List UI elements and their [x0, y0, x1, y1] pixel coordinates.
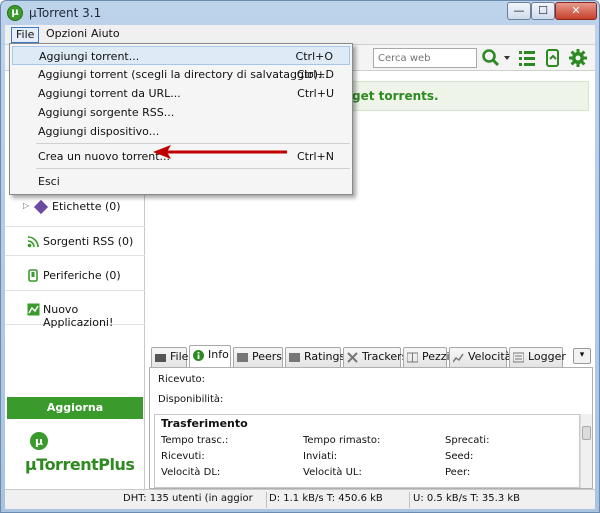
menu-item-add-torrent[interactable]: Aggiungi torrent... Ctrl+O — [12, 46, 350, 65]
info-scrollbar[interactable] — [580, 414, 592, 488]
info-pane: Ricevuto: Disponibilità: Trasferimento T… — [149, 367, 593, 489]
menu-bar: File Opzioni Aiuto — [5, 25, 595, 45]
tab-trackers[interactable]: Trackers — [343, 347, 407, 367]
seeds-label: Seed: — [445, 451, 474, 462]
folder-icon — [155, 354, 166, 362]
utorrent-plus-logo: µTorrentPlus — [25, 455, 135, 474]
peers-icon — [237, 353, 248, 362]
tab-pieces[interactable]: Pezzi — [403, 347, 450, 367]
upload-status[interactable]: U: 0.5 kB/s T: 35.3 kB — [413, 493, 563, 504]
menu-item-add-device[interactable]: Aggiungi dispositivo... — [12, 122, 350, 141]
upgrade-button[interactable]: Aggiorna — [7, 397, 143, 419]
pieces-icon — [407, 352, 418, 363]
status-separator — [266, 492, 267, 508]
menu-item-add-torrent-choose-dir[interactable]: Aggiungi torrent (scegli la directory di… — [12, 65, 350, 84]
ratings-icon — [289, 353, 300, 362]
downloaded-label: Ricevuti: — [161, 451, 205, 462]
tab-info[interactable]: Info — [189, 345, 231, 367]
apps-icon — [27, 303, 40, 316]
sidebar-item-devices[interactable]: Periferiche (0) — [5, 261, 145, 291]
gear-icon[interactable] — [568, 48, 588, 68]
tab-speed[interactable]: Velocità — [449, 347, 511, 367]
trackers-icon — [347, 352, 358, 363]
promo-banner[interactable]: get torrents. — [343, 81, 589, 111]
sidebar-item-label: Nuovo Applicazioni! — [43, 303, 114, 329]
sidebar-item-label: Periferiche (0) — [43, 269, 121, 282]
speed-graph-icon — [453, 353, 464, 363]
app-window: µ µTorrent 3.1 — ☐ ✕ File Opzioni Aiuto — [0, 0, 600, 513]
peers-label: Peer: — [445, 467, 471, 478]
utorrent-logo-icon: µ — [7, 5, 23, 21]
rss-icon — [27, 236, 39, 248]
sidebar-item-label: Sorgenti RSS (0) — [43, 235, 134, 248]
title-bar[interactable]: µ µTorrent 3.1 — ☐ ✕ — [1, 1, 599, 25]
tab-file[interactable]: File — [151, 347, 188, 367]
annotation-arrow-icon — [153, 145, 287, 159]
transfer-section: Trasferimento Tempo trasc.: Tempo rimast… — [154, 414, 580, 488]
minimize-button[interactable]: — — [507, 2, 531, 20]
dl-speed-label: Velocità DL: — [161, 467, 221, 478]
device-icon — [28, 269, 38, 282]
status-separator — [409, 492, 410, 508]
collapse-panel-button[interactable]: ▾ — [573, 348, 591, 364]
remaining-label: Tempo rimasto: — [303, 435, 381, 446]
tag-icon — [33, 199, 49, 215]
menu-item-add-rss[interactable]: Aggiungi sorgente RSS... — [12, 103, 350, 122]
file-menu-dropdown: Aggiungi torrent... Ctrl+O Aggiungi torre… — [9, 43, 353, 195]
menu-file[interactable]: File — [11, 27, 40, 43]
transfer-title: Trasferimento — [161, 417, 248, 430]
menu-options[interactable]: Opzioni — [42, 27, 91, 43]
tab-ratings[interactable]: Ratings — [285, 347, 345, 367]
maximize-button[interactable]: ☐ — [531, 2, 555, 20]
menu-separator — [36, 168, 350, 169]
info-icon — [193, 350, 204, 361]
tab-logger[interactable]: Logger — [509, 347, 566, 367]
menu-help[interactable]: Aiuto — [87, 27, 124, 43]
remote-phone-icon[interactable] — [543, 48, 563, 68]
uploaded-label: Inviati: — [303, 451, 338, 462]
scrollbar-thumb[interactable] — [582, 426, 591, 440]
detail-tabs: File Info Peers Ratings Trackers Pezzi V… — [149, 345, 593, 367]
sidebar-item-rss[interactable]: Sorgenti RSS (0) — [5, 226, 145, 256]
menu-item-exit[interactable]: Esci — [12, 172, 350, 191]
promo-text: get torrents. — [352, 89, 439, 103]
search-icon[interactable] — [481, 48, 501, 68]
tab-peers[interactable]: Peers — [233, 347, 283, 367]
menu-item-add-torrent-url[interactable]: Aggiungi torrent da URL... Ctrl+U — [12, 84, 350, 103]
download-status[interactable]: D: 1.1 kB/s T: 450.6 kB — [269, 493, 409, 504]
status-bar: DHT: 135 utenti (in aggior D: 1.1 kB/s T… — [5, 489, 595, 509]
list-view-icon[interactable] — [517, 48, 537, 68]
sidebar-item-apps[interactable]: Nuovo Applicazioni! — [5, 295, 145, 329]
search-input[interactable] — [373, 48, 477, 68]
svg-text:µ: µ — [35, 435, 43, 448]
ul-speed-label: Velocità UL: — [303, 467, 362, 478]
expand-arrow-icon[interactable]: ▷ — [23, 201, 29, 210]
wasted-label: Sprecati: — [445, 435, 490, 446]
elapsed-label: Tempo trasc.: — [161, 435, 229, 446]
chevron-down-icon[interactable] — [502, 48, 512, 68]
dht-status[interactable]: DHT: 135 utenti (in aggior — [123, 493, 265, 504]
close-button[interactable]: ✕ — [555, 2, 597, 20]
received-label: Ricevuto: — [158, 374, 206, 385]
logger-icon — [513, 352, 524, 363]
availability-label: Disponibilità: — [158, 394, 224, 405]
window-title: µTorrent 3.1 — [29, 6, 102, 20]
sidebar-item-labels[interactable]: Etichette (0) — [52, 200, 121, 213]
